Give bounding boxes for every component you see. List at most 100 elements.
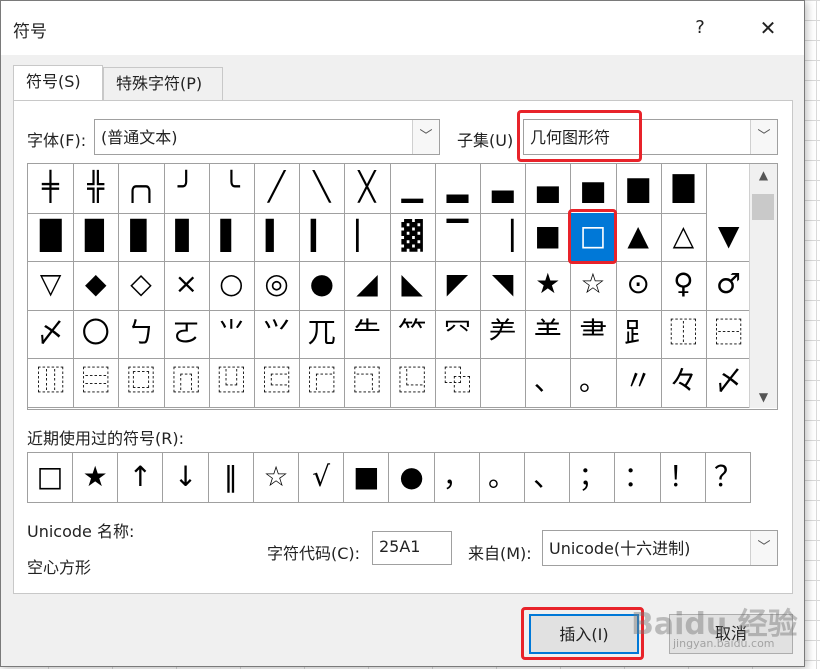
symbol-cell[interactable]: ㄅ <box>118 309 165 359</box>
symbol-cell[interactable]: ▁ <box>389 164 436 214</box>
symbol-cell[interactable]: ⿲ <box>28 358 75 408</box>
recent-symbol-cell[interactable]: ？ <box>706 453 750 502</box>
grid-scrollbar[interactable]: ▲ ▼ <box>749 164 777 408</box>
recent-symbol-cell[interactable]: □ <box>28 453 73 502</box>
symbol-cell[interactable]: ▼ <box>706 212 753 262</box>
symbol-cell[interactable]: ⿶ <box>208 358 255 408</box>
symbol-cell[interactable]: ⺳ <box>434 309 481 359</box>
symbol-cell[interactable]: ⺌ <box>208 309 255 359</box>
symbol-cell[interactable]: ⿱ <box>706 309 753 359</box>
symbol-cell[interactable]: ⿸ <box>299 358 346 408</box>
symbol-cell[interactable]: ▇ <box>660 164 707 214</box>
symbol-cell[interactable]: ╪ <box>28 164 75 214</box>
recent-symbol-cell[interactable]: ↓ <box>164 453 209 502</box>
symbol-cell[interactable]: ⺻ <box>570 309 617 359</box>
symbol-cell[interactable] <box>480 358 527 408</box>
subset-select[interactable]: 几何图形符 ﹀ <box>523 119 778 155</box>
symbol-cell[interactable]: 。 <box>570 358 617 408</box>
symbol-cell[interactable]: ◇ <box>118 261 165 311</box>
symbol-cell[interactable]: ▕ <box>480 212 527 262</box>
symbol-cell[interactable]: ▆ <box>615 164 662 214</box>
symbol-cell[interactable]: ▲ <box>615 212 662 262</box>
recent-symbol-cell[interactable]: ； <box>570 453 616 502</box>
recent-symbol-cell[interactable]: √ <box>299 453 345 502</box>
symbol-cell[interactable]: ♀ <box>660 261 707 311</box>
symbol-cell[interactable]: ╳ <box>344 164 391 214</box>
symbol-cell[interactable]: ╬ <box>73 164 120 214</box>
charcode-input[interactable]: 25A1 <box>372 531 452 565</box>
symbol-cell[interactable]: ╭╮ <box>118 164 165 214</box>
symbol-cell[interactable]: 〆 <box>28 309 75 359</box>
symbol-cell[interactable]: ♂ <box>706 261 753 311</box>
symbol-cell[interactable]: ▏ <box>344 212 391 262</box>
symbol-cell[interactable]: ◥ <box>480 261 527 311</box>
symbol-cell[interactable]: ╲ <box>299 164 346 214</box>
recent-symbol-cell[interactable]: 、 <box>525 453 571 502</box>
tab-special-characters[interactable]: 特殊字符(P) <box>103 67 223 101</box>
symbol-cell[interactable]: ◎ <box>254 261 301 311</box>
symbol-cell[interactable]: ▎ <box>299 212 346 262</box>
recent-symbol-cell[interactable]: ■ <box>344 453 390 502</box>
symbol-cell[interactable]: ☆ <box>570 261 617 311</box>
symbol-cell[interactable]: ⺶ <box>480 309 527 359</box>
symbol-cell[interactable]: ⿺ <box>389 358 436 408</box>
symbol-cell[interactable]: □ <box>570 212 617 262</box>
symbol-cell[interactable]: ⿰ <box>660 309 707 359</box>
symbol-cell[interactable]: 〇 <box>73 309 120 359</box>
symbol-cell[interactable]: ▄ <box>525 164 572 214</box>
scroll-thumb[interactable] <box>752 194 774 220</box>
symbol-cell[interactable]: 〃 <box>615 358 662 408</box>
recent-symbol-cell[interactable]: ！ <box>661 453 706 502</box>
recent-symbol-cell[interactable]: ‖ <box>209 453 254 502</box>
from-select[interactable]: Unicode(十六进制) ﹀ <box>542 530 778 566</box>
scroll-up-icon[interactable]: ▲ <box>750 168 777 182</box>
tab-symbols[interactable]: 符号(S) <box>13 65 103 101</box>
symbol-cell[interactable]: ⻊ <box>615 309 662 359</box>
insert-button[interactable]: 插入(I) <box>529 614 639 654</box>
symbol-cell[interactable]: ▽ <box>28 261 75 311</box>
symbol-cell[interactable]: ⿷ <box>254 358 301 408</box>
symbol-cell[interactable]: 〆 <box>706 358 753 408</box>
symbol-cell[interactable]: ▊ <box>118 212 165 262</box>
symbol-cell[interactable]: ◤ <box>434 261 481 311</box>
symbol-cell[interactable]: ⿵ <box>163 358 210 408</box>
symbol-cell[interactable]: ⿳ <box>73 358 120 408</box>
font-select[interactable]: (普通文本) ﹀ <box>94 119 440 155</box>
symbol-cell[interactable]: ⊙ <box>615 261 662 311</box>
symbol-cell[interactable]: ◆ <box>73 261 120 311</box>
recent-symbol-cell[interactable]: ↑ <box>118 453 164 502</box>
recent-symbol-cell[interactable]: ， <box>435 453 480 502</box>
symbol-cell[interactable]: ⿴ <box>118 358 165 408</box>
symbol-cell[interactable]: ╯ <box>163 164 210 214</box>
symbol-cell[interactable]: 々 <box>660 358 707 408</box>
symbol-cell[interactable]: ⺧ <box>344 309 391 359</box>
recent-symbol-cell[interactable]: 。 <box>480 453 525 502</box>
symbol-cell[interactable]: ㄛ <box>163 309 210 359</box>
symbol-cell[interactable]: ╰ <box>208 164 255 214</box>
symbol-cell[interactable]: ⿹ <box>344 358 391 408</box>
symbol-cell[interactable]: ★ <box>525 261 572 311</box>
symbol-cell[interactable]: ◢ <box>344 261 391 311</box>
recent-symbol-cell[interactable]: ： <box>616 453 661 502</box>
symbol-cell[interactable]: ⺍ <box>254 309 301 359</box>
symbol-cell[interactable]: ◣ <box>389 261 436 311</box>
symbol-cell[interactable]: ▌ <box>208 212 255 262</box>
symbol-cell[interactable]: ⿻ <box>434 358 481 408</box>
recent-symbol-cell[interactable]: ● <box>390 453 435 502</box>
recent-symbol-cell[interactable]: ★ <box>73 453 119 502</box>
symbol-cell[interactable]: △ <box>660 212 707 262</box>
symbol-cell[interactable]: 、 <box>525 358 572 408</box>
symbol-cell[interactable]: ╱ <box>254 164 301 214</box>
symbol-cell[interactable]: ▓ <box>389 212 436 262</box>
symbol-cell[interactable]: ⺎ <box>299 309 346 359</box>
symbol-cell[interactable]: ▅ <box>570 164 617 214</box>
symbol-cell[interactable]: ○ <box>208 261 255 311</box>
symbol-cell[interactable]: ▍ <box>254 212 301 262</box>
close-button[interactable]: ✕ <box>753 13 783 43</box>
symbol-cell[interactable]: ▔ <box>434 212 481 262</box>
help-button[interactable]: ? <box>685 13 715 43</box>
symbol-cell[interactable]: ⺮ <box>389 309 436 359</box>
symbol-cell[interactable]: █ <box>28 212 75 262</box>
symbol-cell[interactable]: ▋ <box>163 212 210 262</box>
symbol-cell[interactable]: ■ <box>525 212 572 262</box>
